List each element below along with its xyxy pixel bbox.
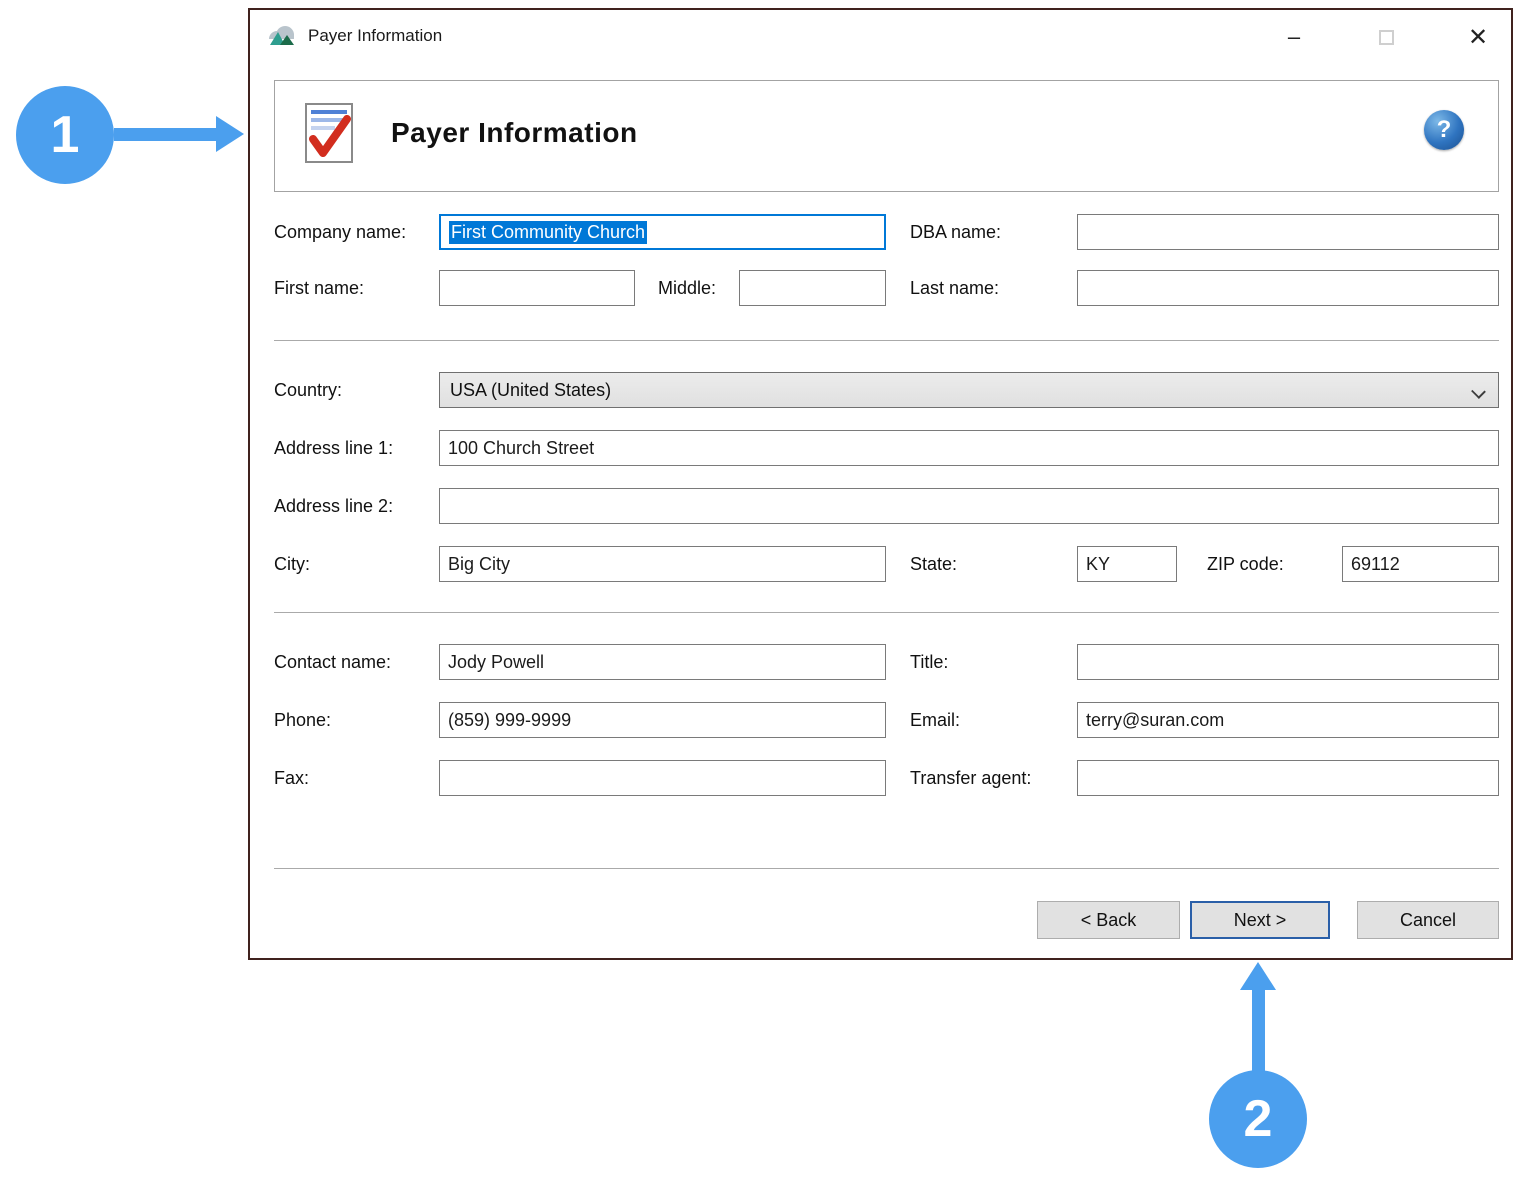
back-button[interactable]: < Back <box>1037 901 1180 939</box>
cancel-button[interactable]: Cancel <box>1357 901 1499 939</box>
address2-input[interactable] <box>439 488 1499 524</box>
email-input[interactable] <box>1077 702 1499 738</box>
address2-label: Address line 2: <box>274 496 393 517</box>
state-label: State: <box>910 554 957 575</box>
first-name-label: First name: <box>274 278 364 299</box>
annotation-arrow-2-head <box>1240 962 1276 990</box>
annotation-step-2: 2 <box>1209 1070 1307 1168</box>
separator <box>274 612 1499 613</box>
dba-name-input[interactable] <box>1077 214 1499 250</box>
minimize-icon: – <box>1288 24 1300 50</box>
selected-text: First Community Church <box>449 221 647 244</box>
screenshot-stage: Payer Information – ✕ Payer Information … <box>0 0 1523 1182</box>
separator <box>274 868 1499 869</box>
separator <box>274 340 1499 341</box>
title-label: Title: <box>910 652 948 673</box>
help-button[interactable]: ? <box>1424 110 1464 150</box>
annotation-step-1: 1 <box>16 86 114 184</box>
annotation-arrow-1-head <box>216 116 244 152</box>
phone-input[interactable] <box>439 702 886 738</box>
annotation-arrow-2-shaft <box>1252 988 1265 1072</box>
last-name-label: Last name: <box>910 278 999 299</box>
zip-code-label: ZIP code: <box>1207 554 1284 575</box>
next-button[interactable]: Next > <box>1190 901 1330 939</box>
country-label: Country: <box>274 380 342 401</box>
country-dropdown[interactable]: USA (United States) <box>439 372 1499 408</box>
fax-label: Fax: <box>274 768 309 789</box>
close-button[interactable]: ✕ <box>1452 18 1504 56</box>
city-input[interactable] <box>439 546 886 582</box>
state-input[interactable] <box>1077 546 1177 582</box>
first-name-input[interactable] <box>439 270 635 306</box>
address1-input[interactable] <box>439 430 1499 466</box>
app-icon <box>266 23 296 50</box>
contact-name-label: Contact name: <box>274 652 391 673</box>
country-value: USA (United States) <box>450 380 611 401</box>
city-label: City: <box>274 554 310 575</box>
contact-name-input[interactable] <box>439 644 886 680</box>
annotation-arrow-1-shaft <box>114 128 216 141</box>
middle-label: Middle: <box>658 278 716 299</box>
question-icon: ? <box>1437 116 1452 144</box>
minimize-button[interactable]: – <box>1268 18 1320 56</box>
company-name-input[interactable]: First Community Church <box>439 214 886 250</box>
maximize-button <box>1360 18 1412 56</box>
dba-name-label: DBA name: <box>910 222 1001 243</box>
payer-information-dialog: Payer Information – ✕ Payer Information … <box>248 8 1513 960</box>
company-name-label: Company name: <box>274 222 406 243</box>
last-name-input[interactable] <box>1077 270 1499 306</box>
email-label: Email: <box>910 710 960 731</box>
middle-input[interactable] <box>739 270 886 306</box>
title-bar: Payer Information – ✕ <box>250 10 1511 64</box>
zip-code-input[interactable] <box>1342 546 1499 582</box>
maximize-icon <box>1379 30 1394 45</box>
fax-input[interactable] <box>439 760 886 796</box>
close-icon: ✕ <box>1468 23 1488 52</box>
transfer-agent-label: Transfer agent: <box>910 768 1031 789</box>
address1-label: Address line 1: <box>274 438 393 459</box>
document-check-icon <box>301 101 357 167</box>
page-title: Payer Information <box>391 117 638 149</box>
phone-label: Phone: <box>274 710 331 731</box>
window-title: Payer Information <box>308 26 442 46</box>
header-group: Payer Information ? <box>274 80 1499 192</box>
transfer-agent-input[interactable] <box>1077 760 1499 796</box>
title-input[interactable] <box>1077 644 1499 680</box>
chevron-down-icon <box>1471 384 1486 399</box>
